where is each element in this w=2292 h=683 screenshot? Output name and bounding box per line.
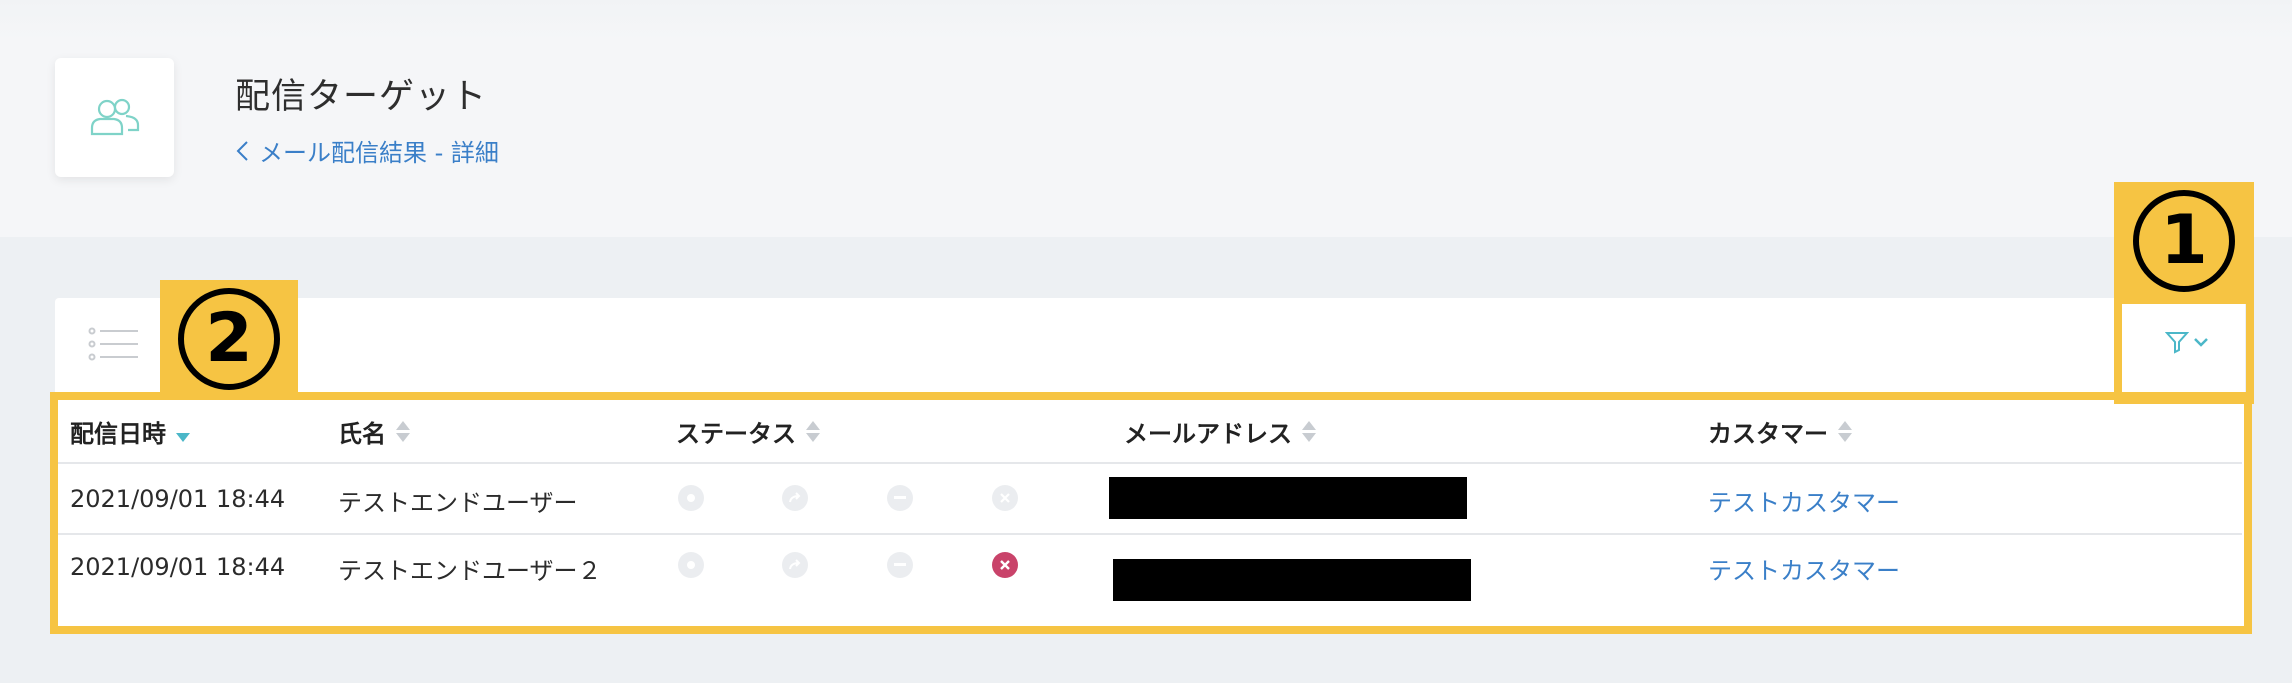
page-title: 配信ターゲット: [235, 77, 488, 117]
users-icon: [90, 98, 139, 135]
annotation-digit: 2: [205, 299, 253, 378]
breadcrumb-label: メール配信結果 - 詳細: [259, 139, 499, 167]
breadcrumb-back-link[interactable]: メール配信結果 - 詳細: [235, 133, 499, 168]
annotation-digit: 1: [2160, 201, 2208, 280]
list-icon[interactable]: [88, 327, 140, 361]
page-icon-card: [55, 58, 174, 177]
annotation-highlight-table: [50, 392, 2252, 634]
annotation-label-1: ①1: [2114, 182, 2254, 300]
annotation-highlight-filter: [2114, 296, 2254, 404]
annotation-label-2: ②2: [160, 280, 298, 398]
chevron-left-icon: [236, 140, 248, 161]
